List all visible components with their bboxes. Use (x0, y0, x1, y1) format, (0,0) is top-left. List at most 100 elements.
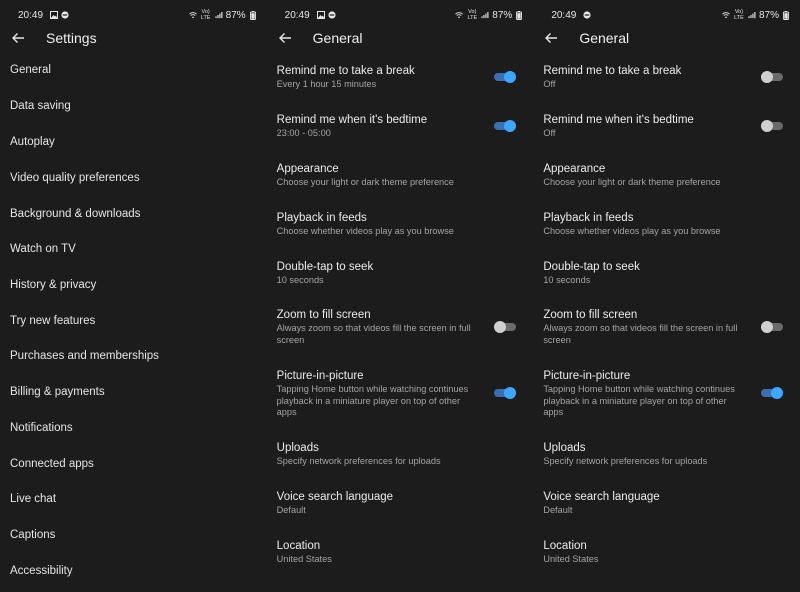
setting-title: Voice search language (276, 491, 394, 503)
setting-title: Double-tap to seek (276, 261, 374, 273)
setting-title: Zoom to fill screen (276, 309, 371, 321)
app-bar: General (533, 26, 800, 50)
bedtime-toggle[interactable] (494, 120, 517, 132)
screenshot-root: 20:49 Vo) LTE 87% Settings General Data … (0, 0, 800, 592)
setting-title: Picture-in-picture (276, 370, 364, 382)
gallery-icon (316, 11, 325, 19)
settings-item-captions[interactable]: Captions (10, 529, 55, 541)
battery-percent: 87% (758, 9, 779, 21)
setting-uploads[interactable]: Uploads Specify network preferences for … (543, 441, 800, 468)
do-not-disturb-icon (583, 11, 591, 19)
setting-title: Zoom to fill screen (543, 309, 638, 321)
settings-item-autoplay[interactable]: Autoplay (10, 136, 55, 148)
wifi-icon (722, 11, 730, 19)
setting-appearance[interactable]: Appearance Choose your light or dark the… (277, 162, 534, 189)
setting-title: Voice search language (543, 491, 660, 503)
setting-subtitle: Off (543, 79, 556, 89)
take-a-break-toggle[interactable] (494, 71, 517, 83)
setting-title: Playback in feeds (276, 212, 367, 224)
setting-location[interactable]: Location United States (543, 539, 800, 566)
setting-voice-search-language[interactable]: Voice search language Default (277, 490, 534, 517)
do-not-disturb-icon (328, 11, 336, 19)
page-title: Settings (46, 30, 97, 46)
setting-subtitle: Tapping Home button while watching conti… (543, 384, 735, 417)
status-time: 20:49 (284, 9, 310, 21)
app-bar: Settings (0, 26, 267, 50)
setting-voice-search-language[interactable]: Voice search language Default (543, 490, 800, 517)
setting-subtitle: Choose whether videos play as you browse (543, 226, 721, 236)
setting-title: Uploads (276, 442, 319, 454)
setting-title: Picture-in-picture (543, 370, 631, 382)
settings-item-video-quality[interactable]: Video quality preferences (10, 172, 140, 184)
settings-item-data-saving[interactable]: Data saving (10, 100, 71, 112)
panel-settings: 20:49 Vo) LTE 87% Settings General Data … (0, 0, 267, 592)
setting-title: Playback in feeds (543, 212, 634, 224)
setting-subtitle: 10 seconds (543, 275, 591, 285)
settings-item-billing-payments[interactable]: Billing & payments (10, 386, 105, 398)
back-button[interactable] (541, 28, 561, 48)
setting-double-tap-seek[interactable]: Double-tap to seek 10 seconds (543, 260, 800, 287)
setting-title: Uploads (543, 442, 586, 454)
setting-location[interactable]: Location United States (277, 539, 534, 566)
zoom-to-fill-toggle[interactable] (760, 321, 783, 333)
settings-item-watch-on-tv[interactable]: Watch on TV (10, 243, 76, 255)
take-a-break-toggle[interactable] (760, 71, 783, 83)
signal-icon (481, 11, 489, 19)
settings-item-history-privacy[interactable]: History & privacy (10, 279, 96, 291)
back-button[interactable] (8, 28, 28, 48)
settings-item-try-new-features[interactable]: Try new features (10, 315, 95, 327)
page-title: General (579, 30, 630, 46)
arrow-left-icon (278, 33, 291, 43)
status-time: 20:49 (18, 9, 44, 21)
arrow-left-icon (12, 33, 24, 43)
setting-subtitle: Default (276, 505, 306, 515)
setting-title: Location (276, 540, 321, 552)
battery-icon (249, 10, 257, 20)
setting-playback-in-feeds[interactable]: Playback in feeds Choose whether videos … (277, 211, 534, 238)
setting-subtitle: Specify network preferences for uploads (543, 456, 708, 466)
network-type: Vo) LTE (200, 9, 211, 21)
setting-playback-in-feeds[interactable]: Playback in feeds Choose whether videos … (543, 211, 800, 238)
setting-subtitle: Always zoom so that videos fill the scre… (543, 323, 738, 345)
setting-uploads[interactable]: Uploads Specify network preferences for … (277, 441, 534, 468)
panel-general-2: 20:49 Vo) LTE 87% General Remind me to t… (533, 0, 800, 592)
picture-in-picture-toggle[interactable] (760, 387, 783, 399)
settings-item-live-chat[interactable]: Live chat (10, 493, 56, 505)
battery-icon (515, 10, 523, 20)
setting-subtitle: United States (543, 554, 599, 564)
network-type: Vo) LTE (467, 9, 478, 21)
setting-subtitle: Specify network preferences for uploads (276, 456, 441, 466)
signal-icon (748, 11, 756, 19)
battery-percent: 87% (225, 9, 246, 21)
setting-appearance[interactable]: Appearance Choose your light or dark the… (543, 162, 800, 189)
settings-item-accessibility[interactable]: Accessibility (10, 565, 73, 577)
setting-subtitle: Choose your light or dark theme preferen… (543, 177, 721, 187)
status-time: 20:49 (551, 9, 577, 21)
zoom-to-fill-toggle[interactable] (494, 321, 517, 333)
setting-subtitle: Default (543, 505, 573, 515)
setting-subtitle: Off (543, 128, 556, 138)
app-bar: General (267, 26, 534, 50)
page-title: General (312, 30, 363, 46)
arrow-left-icon (545, 33, 558, 43)
setting-subtitle: Choose whether videos play as you browse (276, 226, 454, 236)
setting-double-tap-seek[interactable]: Double-tap to seek 10 seconds (277, 260, 534, 287)
bedtime-toggle[interactable] (760, 120, 783, 132)
settings-item-purchases-memberships[interactable]: Purchases and memberships (10, 350, 159, 362)
gallery-icon (50, 11, 59, 19)
do-not-disturb-icon (61, 11, 69, 19)
setting-subtitle: Always zoom so that videos fill the scre… (276, 323, 471, 345)
panel-general-1: 20:49 Vo) LTE 87% General Remind me to t… (266, 0, 534, 592)
settings-item-general[interactable]: General (10, 64, 51, 76)
settings-item-connected-apps[interactable]: Connected apps (10, 458, 94, 470)
settings-item-notifications[interactable]: Notifications (10, 422, 73, 434)
settings-item-background-downloads[interactable]: Background & downloads (10, 208, 140, 220)
setting-title: Location (543, 540, 587, 552)
back-button[interactable] (275, 28, 295, 48)
setting-title: Appearance (543, 163, 606, 175)
picture-in-picture-toggle[interactable] (494, 387, 517, 399)
setting-subtitle: United States (276, 554, 332, 564)
setting-title: Double-tap to seek (543, 261, 640, 273)
wifi-icon (188, 11, 197, 19)
setting-subtitle: Choose your light or dark theme preferen… (276, 177, 454, 187)
